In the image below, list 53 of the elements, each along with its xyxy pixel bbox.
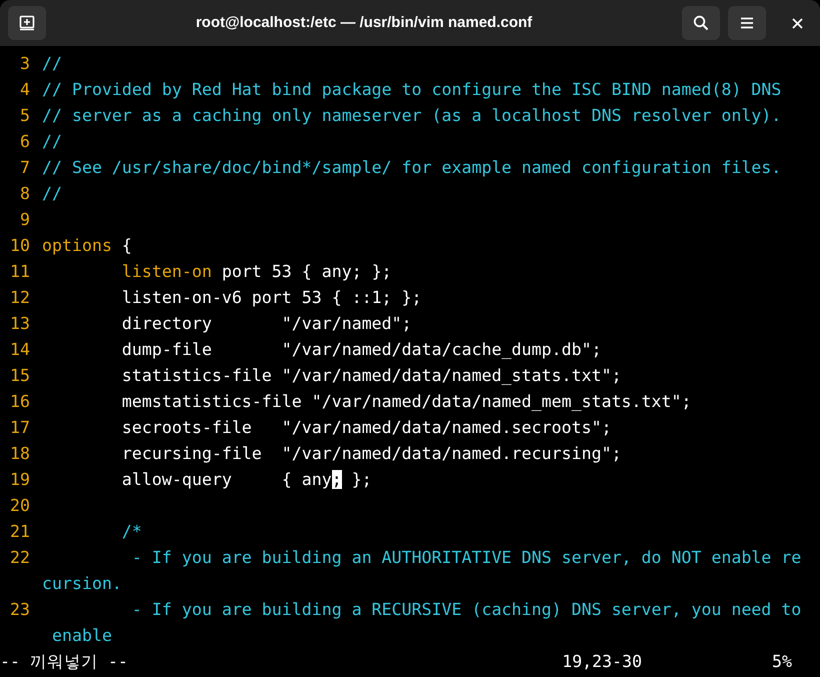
line-number: 16 (9, 391, 30, 413)
line-number: 17 (9, 417, 30, 439)
line-number: 8 (19, 183, 30, 205)
code-line: // (42, 53, 62, 75)
line-number: 11 (9, 261, 30, 283)
code-line: options { (42, 235, 132, 257)
code-line: // (42, 183, 62, 205)
code-line: cursion. (42, 573, 122, 595)
menu-icon (740, 17, 754, 29)
code-line: memstatistics-file "/var/named/data/named_mem_stats.txt"; (120, 391, 692, 413)
menu-button[interactable] (728, 6, 766, 40)
close-icon (792, 18, 802, 28)
line-number: 4 (19, 79, 30, 101)
line-number: 15 (9, 365, 30, 387)
line-number: 5 (19, 105, 30, 127)
line-number: 20 (9, 495, 30, 517)
new-tab-button[interactable] (8, 6, 46, 40)
code-line: recursing-file "/var/named/data/named.recursing"; (120, 443, 622, 465)
code-line: - If you are building an AUTHORITATIVE DNS server, do NOT enable re (130, 547, 802, 569)
line-number: 7 (19, 157, 30, 179)
code-line: allow-query { any; }; (120, 469, 372, 491)
code-line: enable (50, 625, 112, 647)
line-number: 19 (9, 469, 30, 491)
search-icon (693, 15, 709, 31)
window-title: root@localhost:/etc — /usr/bin/vim named.conf (196, 12, 532, 33)
line-number: 3 (19, 53, 30, 75)
code-line: /* (120, 521, 142, 543)
line-number: 13 (9, 313, 30, 335)
line-number: 14 (9, 339, 30, 361)
line-number: 21 (9, 521, 30, 543)
line-number: 9 (19, 209, 30, 231)
code-line: directory "/var/named"; (120, 313, 412, 335)
cursor-position: 19,23-30 (562, 651, 642, 673)
code-line: listen-on port 53 { any; }; (120, 261, 392, 283)
code-line: statistics-file "/var/named/data/named_stats.txt"; (120, 365, 622, 387)
new-tab-icon (19, 15, 35, 31)
line-number: 10 (9, 235, 30, 257)
search-button[interactable] (682, 6, 720, 40)
line-number: 22 (9, 547, 30, 569)
code-line: secroots-file "/var/named/data/named.secroots"; (120, 417, 612, 439)
code-line: // (42, 131, 62, 153)
code-line: // See /usr/share/doc/bind*/sample/ for example named configuration files. (42, 157, 782, 179)
code-line: // server as a caching only nameserver (as a localhost DNS resolver only). (42, 105, 782, 127)
scroll-percentage: 5% (772, 651, 792, 673)
mode-indicator: -- 끼워넣기 -- (0, 651, 129, 673)
code-line: dump-file "/var/named/data/cache_dump.db"; (120, 339, 602, 361)
code-line: - If you are building a RECURSIVE (caching) DNS server, you need to (130, 599, 802, 621)
line-number: 23 (9, 599, 30, 621)
line-number: 6 (19, 131, 30, 153)
code-line: listen-on-v6 port 53 { ::1; }; (120, 287, 422, 309)
code-line: // Provided by Red Hat bind package to configure the ISC BIND named(8) DNS (42, 79, 782, 101)
line-number: 12 (9, 287, 30, 309)
line-number: 18 (9, 443, 30, 465)
